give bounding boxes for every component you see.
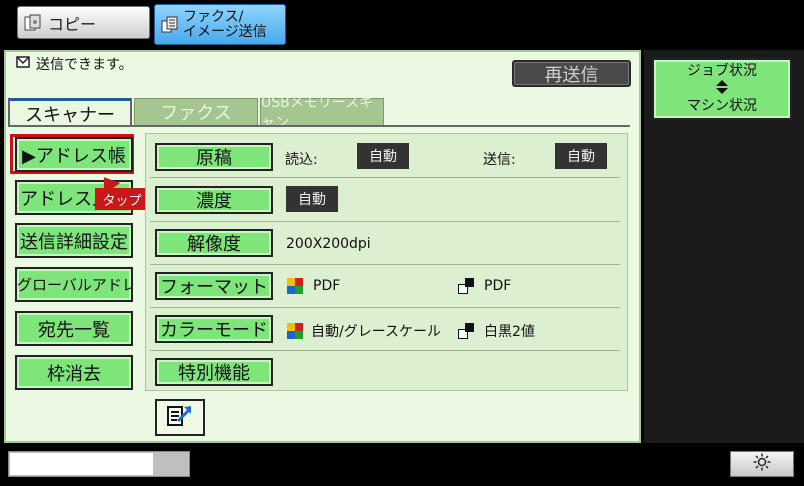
color-mode-bw-row: 白黒2値	[458, 321, 535, 341]
format-color-value: PDF	[313, 278, 341, 294]
color-mode-bw-value: 白黒2値	[484, 324, 535, 340]
tab-scanner[interactable]: スキャナー	[8, 98, 132, 126]
original-button[interactable]: 原稿	[155, 143, 273, 171]
job-status-arrows-icon	[654, 80, 790, 97]
special-modes-button[interactable]: 特別機能	[155, 358, 273, 386]
resolution-value: 200X200dpi	[286, 236, 371, 252]
tab-divider	[8, 125, 630, 127]
resend-button[interactable]: 再送信	[512, 60, 631, 87]
bw-swatch-icon	[458, 278, 474, 294]
send-value-badge: 自動	[555, 143, 607, 169]
global-address-button[interactable]: グローバルアドレス	[15, 267, 133, 302]
progress-bar-fill	[10, 453, 153, 475]
program-register-icon	[166, 403, 194, 433]
brightness-icon	[753, 453, 771, 476]
status-message: 送信できます。	[16, 54, 133, 74]
status-text: 送信できます。	[36, 57, 133, 73]
tab-usb-memory-scan[interactable]: USBメモリースキャン	[260, 95, 384, 131]
row-divider	[150, 307, 620, 308]
job-status-label: ジョブ状況	[687, 63, 757, 79]
program-register-button[interactable]	[155, 399, 205, 436]
resolution-button[interactable]: 解像度	[155, 229, 273, 257]
color-mode-color-value: 自動/グレースケール	[311, 324, 442, 340]
image-send-mode-tab[interactable]: ファクス/ イメージ送信	[154, 4, 286, 45]
settings-area	[145, 133, 628, 391]
bw-swatch-icon	[458, 323, 474, 339]
send-label: 送信:	[483, 152, 516, 168]
read-value-badge: 自動	[357, 143, 409, 169]
tab-fax[interactable]: ファクス	[134, 98, 258, 126]
color-mode-button[interactable]: カラーモード	[155, 315, 273, 343]
erase-button[interactable]: 枠消去	[15, 355, 133, 390]
density-value-badge: 自動	[286, 186, 338, 212]
copy-icon	[24, 14, 42, 32]
format-bw-row: PDF	[458, 278, 511, 294]
copy-mode-label: コピー	[48, 14, 97, 34]
destination-list-button[interactable]: 宛先一覧	[15, 311, 133, 346]
envelope-icon	[16, 56, 30, 72]
format-button[interactable]: フォーマット	[155, 272, 273, 300]
job-status-button[interactable]: ジョブ状況 マシン状況	[652, 58, 792, 120]
tap-tooltip: タップ	[95, 188, 149, 210]
density-button[interactable]: 濃度	[155, 186, 273, 214]
copy-mode-tab[interactable]: コピー	[17, 6, 150, 39]
row-divider	[150, 264, 620, 265]
row-divider	[150, 221, 620, 222]
row-divider	[150, 177, 620, 178]
image-send-label-line2: イメージ送信	[183, 23, 267, 40]
machine-status-label: マシン状況	[687, 98, 757, 114]
format-color-row: PDF	[287, 278, 340, 294]
image-send-label-line1: ファクス/	[183, 8, 244, 25]
color-swatch-icon	[287, 278, 303, 294]
color-swatch-icon	[287, 323, 303, 339]
send-settings-button[interactable]: 送信詳細設定	[15, 223, 133, 258]
color-mode-color-row: 自動/グレースケール	[287, 321, 441, 341]
brightness-button[interactable]	[730, 451, 794, 477]
address-book-button[interactable]: ▶アドレス帳	[15, 137, 133, 172]
fax-image-send-icon	[161, 16, 179, 34]
row-divider	[150, 350, 620, 351]
format-bw-value: PDF	[484, 278, 512, 294]
read-label: 読込:	[285, 152, 318, 168]
